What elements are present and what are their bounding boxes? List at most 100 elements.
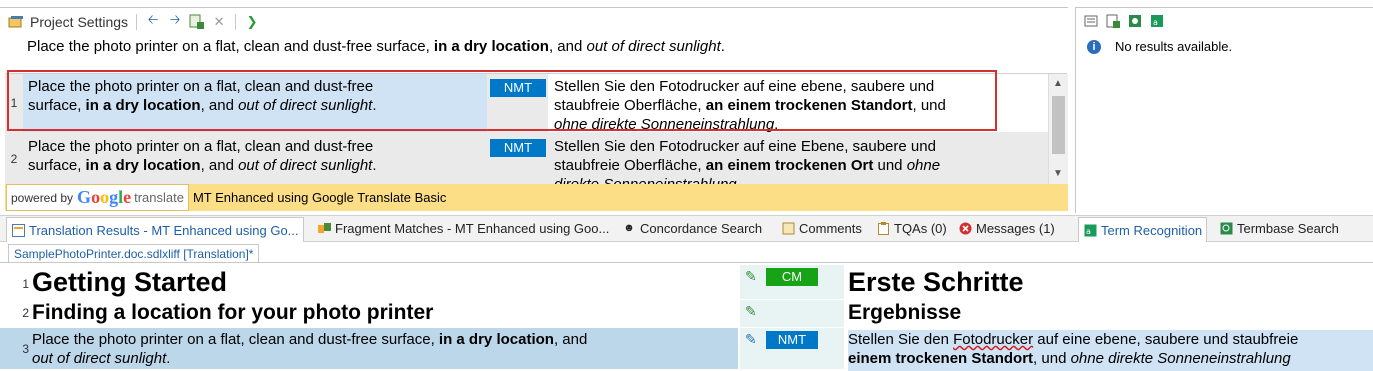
target-text: Stellen Sie den: [848, 331, 954, 348]
tool-window-tabs: Translation Results - MT Enhanced using …: [0, 215, 1373, 242]
segment-row[interactable]: 2 Finding a location for your photo prin…: [0, 300, 1373, 327]
toolbar-separator: [136, 14, 138, 30]
add-term-icon[interactable]: [1105, 13, 1121, 29]
highlight-box: [7, 70, 997, 131]
preview-italic: out of direct sunlight: [586, 38, 721, 55]
tab-label: Termbase Search: [1237, 220, 1339, 236]
segment-source[interactable]: Finding a location for your photo printe…: [32, 301, 738, 325]
status-badge: NMT: [766, 331, 818, 349]
tab-messages[interactable]: Messages (1): [958, 216, 1055, 240]
pencil-icon: ✎: [745, 303, 757, 319]
translate-text: translate: [134, 190, 184, 205]
tab-term-recognition[interactable]: a Term Recognition: [1078, 217, 1208, 242]
target-bold: an einem trockenen Ort: [705, 157, 874, 174]
tab-fragment-matches[interactable]: Fragment Matches - MT Enhanced using Goo…: [317, 216, 609, 240]
segment-source[interactable]: Getting Started: [32, 267, 738, 298]
tab-translation-results[interactable]: Translation Results - MT Enhanced using …: [6, 217, 304, 242]
origin-badge: NMT: [490, 139, 546, 157]
result-target: Stellen Sie den Fotodrucker auf eine Ebe…: [548, 134, 1048, 184]
google-wordmark: Google: [77, 187, 132, 207]
target-text: staubfreie Oberfläche,: [554, 157, 706, 174]
source-text: surface,: [28, 157, 86, 174]
termbase-settings-icon[interactable]: [1127, 13, 1143, 29]
segment-status: ✎ NMT: [740, 328, 844, 369]
target-italic: direkte Sonneneinstrahlung: [554, 176, 737, 184]
term-list-icon[interactable]: [1083, 13, 1099, 29]
tab-label: Concordance Search: [640, 220, 763, 236]
term-message: i No results available.: [1087, 39, 1232, 54]
apply-translation-icon[interactable]: [189, 14, 205, 30]
error-icon: [958, 221, 972, 235]
google-translate-logo: powered by Google translate: [6, 184, 189, 211]
provider-bar: powered by Google translate MT Enhanced …: [5, 184, 1068, 211]
source-text: , and: [553, 331, 588, 348]
info-icon: i: [1087, 39, 1101, 54]
segment-number: 2: [22, 306, 29, 320]
segment-source[interactable]: Place the photo printer on a flat, clean…: [32, 330, 712, 368]
target-text: Stellen Sie den Fotodrucker auf eine Ebe…: [554, 138, 936, 155]
provider-text: MT Enhanced using Google Translate Basic: [192, 190, 447, 205]
svg-text:a: a: [1086, 227, 1091, 236]
target-bold: einem trockenen Standort: [848, 350, 1034, 367]
scrollbar-thumb[interactable]: [1052, 96, 1065, 154]
status-badge: CM: [766, 268, 818, 286]
arrow-left-icon[interactable]: 🡠: [145, 12, 161, 30]
target-text: , und: [1033, 350, 1071, 367]
segment-status: ✎ CM: [740, 265, 844, 299]
tab-termbase-search[interactable]: Termbase Search: [1219, 216, 1339, 240]
target-italic: ohne direkte Sonneneinstrahlung: [1070, 350, 1291, 367]
source-italic: out of direct sunlight: [32, 350, 167, 367]
tab-label: Messages (1): [976, 220, 1055, 236]
term-toolbar: a: [1083, 13, 1165, 29]
scroll-up-icon[interactable]: ▲: [1053, 78, 1063, 89]
pencil-icon: ✎: [745, 331, 757, 347]
segment-row-active[interactable]: 3 Place the photo printer on a flat, cle…: [0, 328, 1373, 371]
segment-row[interactable]: 1 Getting Started ✎ CM Erste Schritte: [0, 265, 1373, 299]
source-text: .: [372, 157, 377, 174]
translation-results-icon: [11, 223, 25, 237]
source-text: , and: [200, 157, 239, 174]
results-scrollbar[interactable]: ▲ ▼: [1048, 74, 1068, 184]
segment-target[interactable]: Erste Schritte: [848, 267, 1373, 298]
tab-tqas[interactable]: TQAs (0): [876, 216, 947, 240]
termbase-search-icon: [1219, 221, 1233, 235]
segment-target[interactable]: Ergebnisse: [848, 301, 1373, 325]
arrow-right-icon[interactable]: 🡢: [167, 12, 183, 30]
clipboard-icon: [876, 221, 890, 235]
tab-label: TQAs (0): [894, 220, 947, 236]
result-row-number: 2: [10, 152, 18, 166]
pencil-icon: ✎: [745, 268, 757, 284]
result-row[interactable]: 2 Place the photo printer on a flat, cle…: [5, 134, 1048, 184]
project-settings-label[interactable]: Project Settings: [30, 14, 128, 30]
target-text: auf eine ebene, saubere und staubfreie: [1033, 331, 1299, 348]
preview-text: , and: [548, 38, 587, 55]
comment-icon: [781, 221, 795, 235]
source-text: Place the photo printer on a flat, clean…: [28, 138, 374, 155]
chevron-right-icon[interactable]: ❯: [244, 14, 260, 30]
source-preview: Place the photo printer on a flat, clean…: [27, 38, 1057, 55]
term-recognition-icon: a: [1083, 223, 1097, 237]
scroll-down-icon[interactable]: ▼: [1053, 168, 1063, 179]
binoculars-icon: ☻: [623, 222, 635, 234]
termbase-icon[interactable]: a: [1149, 13, 1165, 29]
preview-text: Place the photo printer on a flat, clean…: [27, 38, 434, 55]
document-tab[interactable]: SamplePhotoPrinter.doc.sdlxliff [Transla…: [8, 244, 260, 263]
editor-grid: 1 Getting Started ✎ CM Erste Schritte 2 …: [0, 262, 1373, 371]
tab-concordance-search[interactable]: ☻ Concordance Search: [622, 216, 762, 240]
tab-label: Translation Results - MT Enhanced using …: [29, 222, 299, 238]
target-text: und: [873, 157, 907, 174]
source-text: Place the photo printer on a flat, clean…: [32, 331, 439, 348]
segment-number: 1: [22, 277, 29, 291]
segment-target[interactable]: Stellen Sie den Fotodrucker auf eine ebe…: [848, 330, 1373, 371]
spelling-flagged-word[interactable]: Fotodrucker: [953, 331, 1033, 348]
clear-icon[interactable]: ✕: [211, 14, 227, 30]
tab-comments[interactable]: Comments: [781, 216, 862, 240]
tab-label: Fragment Matches - MT Enhanced using Goo…: [335, 220, 610, 236]
translation-results-toolbar: Project Settings 🡠 🡢 ✕ ❯: [8, 12, 260, 32]
target-italic: ohne: [906, 157, 941, 174]
source-text: .: [166, 350, 171, 367]
project-settings-icon[interactable]: [8, 14, 24, 30]
preview-bold: in a dry location: [433, 38, 549, 55]
source-italic: out of direct sunlight: [238, 157, 373, 174]
source-bold: in a dry location: [85, 157, 201, 174]
